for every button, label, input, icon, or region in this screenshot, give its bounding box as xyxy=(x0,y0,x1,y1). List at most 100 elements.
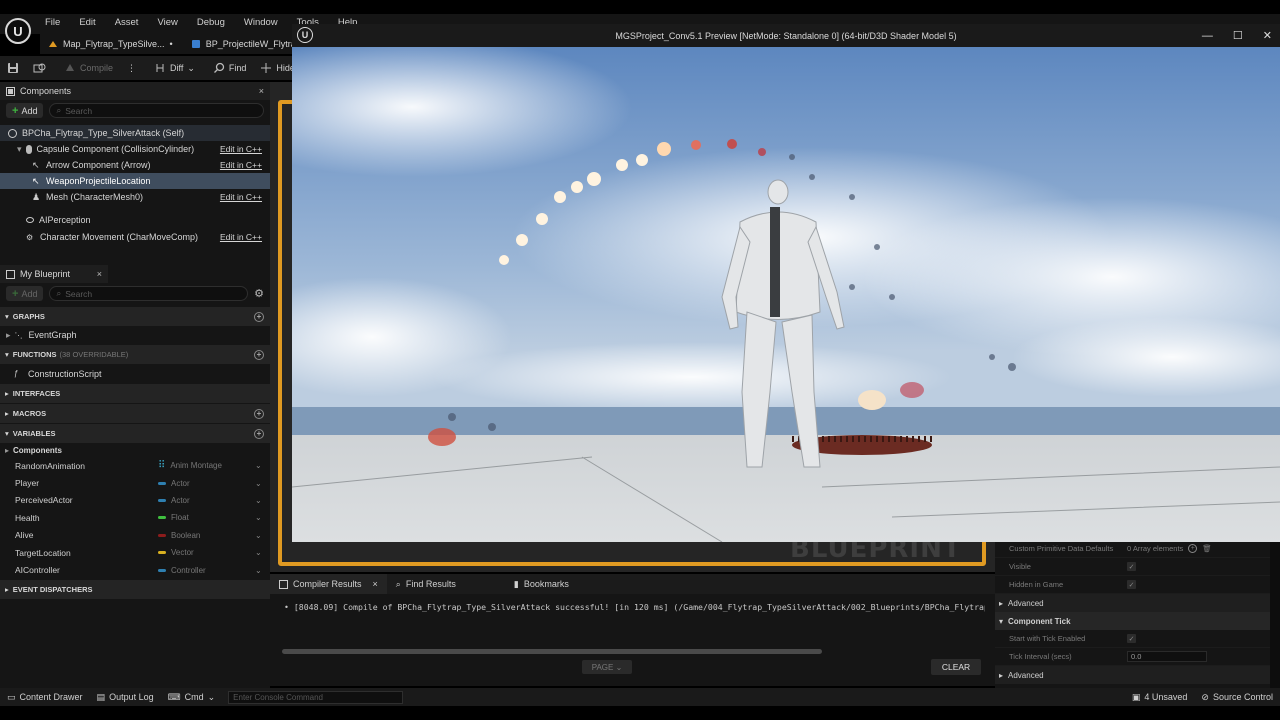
pie-title-bar[interactable]: U MGSProject_Conv5.1 Preview [NetMode: S… xyxy=(292,24,1280,47)
section-graphs[interactable]: ▾ GRAPHS + xyxy=(0,307,270,326)
chevron-down-icon[interactable]: ⌄ xyxy=(255,548,262,557)
tree-item-capsule[interactable]: ▾ Capsule Component (CollisionCylinder) … xyxy=(0,141,270,157)
clear-button[interactable]: CLEAR xyxy=(931,659,981,675)
my-blueprint-tab[interactable]: My Blueprint × xyxy=(0,265,108,283)
add-function-icon[interactable]: + xyxy=(254,349,264,360)
add-element-icon[interactable]: + xyxy=(1188,544,1198,553)
variable-type[interactable]: Vector xyxy=(158,548,194,557)
maximize-icon[interactable]: ☐ xyxy=(1233,29,1243,42)
browse-button[interactable] xyxy=(26,56,53,80)
edit-in-cpp-link[interactable]: Edit in C++ xyxy=(220,144,262,154)
variable-category-components[interactable]: ▸ Components xyxy=(0,443,270,457)
section-event-dispatchers[interactable]: ▸ EVENT DISPATCHERS xyxy=(0,579,270,599)
chevron-down-icon[interactable]: ⌄ xyxy=(255,531,262,540)
tree-item-aiperception[interactable]: AIPerception xyxy=(0,212,270,228)
tab-find-results[interactable]: ⌕ Find Results xyxy=(387,574,465,594)
variable-row[interactable]: PerceivedActor Actor ⌄ xyxy=(0,492,270,509)
edit-in-cpp-link[interactable]: Edit in C++ xyxy=(220,192,262,202)
edit-in-cpp-link[interactable]: Edit in C++ xyxy=(220,232,262,242)
tab-bookmarks[interactable]: ▮ Bookmarks xyxy=(505,574,578,594)
variable-type[interactable]: Actor xyxy=(158,479,190,488)
game-viewport[interactable] xyxy=(292,47,1280,542)
menu-file[interactable]: File xyxy=(45,17,60,28)
variable-row[interactable]: RandomAnimation ⠿ Anim Montage ⌄ xyxy=(0,457,270,474)
source-control-icon: ⊘ xyxy=(1201,691,1209,702)
minimize-icon[interactable]: — xyxy=(1202,30,1213,42)
tree-item-self[interactable]: BPCha_Flytrap_Type_SilverAttack (Self) xyxy=(0,125,270,141)
chevron-down-icon[interactable]: ⌄ xyxy=(255,479,262,488)
variable-type[interactable]: Boolean xyxy=(158,531,200,540)
component-tick-section[interactable]: ▾ Component Tick xyxy=(995,612,1270,630)
components-tab[interactable]: Components × xyxy=(0,82,270,100)
unsaved-button[interactable]: ▣ 4 Unsaved xyxy=(1125,688,1195,706)
diff-button[interactable]: Diff ⌄ xyxy=(147,56,202,80)
close-icon[interactable]: × xyxy=(97,269,102,279)
chevron-down-icon[interactable]: ⌄ xyxy=(255,566,262,575)
variable-type[interactable]: Actor xyxy=(158,496,190,505)
add-variable-icon[interactable]: + xyxy=(254,428,264,439)
hidden-in-game-checkbox[interactable]: ✓ xyxy=(1127,580,1136,589)
find-button[interactable]: Find xyxy=(206,56,254,80)
function-item-construction-script[interactable]: ƒ ConstructionScript xyxy=(0,364,270,383)
close-icon[interactable]: ✕ xyxy=(1263,29,1272,42)
my-blueprint-search-input[interactable]: ⌕ Search xyxy=(49,286,249,301)
cmd-dropdown[interactable]: ⌨ Cmd ⌄ xyxy=(161,688,223,706)
chevron-down-icon[interactable]: ⌄ xyxy=(255,496,262,505)
menu-view[interactable]: View xyxy=(157,17,177,28)
collapse-arrow-icon[interactable]: ▾ xyxy=(17,144,22,155)
tree-item-character-movement[interactable]: ⚙ Character Movement (CharMoveComp) Edit… xyxy=(0,229,270,245)
close-icon[interactable]: × xyxy=(373,579,378,589)
output-log-button[interactable]: ▤ Output Log xyxy=(90,688,161,706)
components-search-input[interactable]: ⌕ Search xyxy=(49,103,264,118)
horizontal-scrollbar[interactable] xyxy=(282,649,822,654)
tree-item-mesh[interactable]: ♟ Mesh (CharacterMesh0) Edit in C++ xyxy=(0,189,270,205)
add-macro-icon[interactable]: + xyxy=(254,408,264,419)
console-command-input[interactable]: Enter Console Command xyxy=(228,690,404,704)
save-button[interactable] xyxy=(0,56,26,80)
unreal-logo-icon[interactable]: U xyxy=(5,18,31,44)
close-icon[interactable]: × xyxy=(259,86,264,96)
advanced-section-2[interactable]: ▸ Advanced xyxy=(995,666,1270,684)
visible-checkbox[interactable]: ✓ xyxy=(1127,562,1136,571)
menu-edit[interactable]: Edit xyxy=(79,17,95,28)
tab-compiler-results[interactable]: Compiler Results × xyxy=(270,574,387,594)
section-functions[interactable]: ▾ FUNCTIONS (38 OVERRIDABLE) + xyxy=(0,345,270,364)
chevron-down-icon[interactable]: ⌄ xyxy=(255,461,262,470)
tree-item-weapon-projectile-location[interactable]: ↖ WeaponProjectileLocation xyxy=(0,173,270,189)
source-control-button[interactable]: ⊘ Source Control xyxy=(1194,688,1280,706)
section-macros[interactable]: ▸ MACROS + xyxy=(0,404,270,423)
start-tick-checkbox[interactable]: ✓ xyxy=(1127,634,1136,643)
add-member-button[interactable]: + Add xyxy=(6,286,44,301)
tab-blueprint[interactable]: BP_ProjectileW_Flytra xyxy=(183,34,306,54)
details-scrollbar[interactable] xyxy=(1270,540,1280,688)
tick-interval-input[interactable]: 0.0 xyxy=(1127,651,1207,662)
section-variables[interactable]: ▾ VARIABLES + xyxy=(0,424,270,443)
graph-item-eventgraph[interactable]: ▸ ⋱ EventGraph xyxy=(0,326,270,344)
tree-item-arrow[interactable]: ↖ Arrow Component (Arrow) Edit in C++ xyxy=(0,157,270,173)
menu-debug[interactable]: Debug xyxy=(197,17,225,28)
chevron-down-icon[interactable]: ⌄ xyxy=(255,513,262,522)
variable-type[interactable]: Float xyxy=(158,513,189,522)
content-drawer-button[interactable]: ▭ Content Drawer xyxy=(0,688,90,706)
add-graph-icon[interactable]: + xyxy=(254,311,264,322)
trash-icon[interactable]: 🗑 xyxy=(1202,544,1212,553)
advanced-section[interactable]: ▸ Advanced xyxy=(995,594,1270,612)
add-component-button[interactable]: + Add xyxy=(6,103,44,118)
variable-row[interactable]: Alive Boolean ⌄ xyxy=(0,527,270,544)
variable-row[interactable]: AIController Controller ⌄ xyxy=(0,561,270,578)
menu-window[interactable]: Window xyxy=(244,17,278,28)
edit-in-cpp-link[interactable]: Edit in C++ xyxy=(220,160,262,170)
page-dropdown[interactable]: PAGE ⌄ xyxy=(582,660,632,674)
gear-icon[interactable]: ⚙ xyxy=(254,287,264,300)
variable-type[interactable]: ⠿ Anim Montage xyxy=(158,460,222,471)
variable-type[interactable]: Controller xyxy=(158,566,206,575)
compile-options-icon[interactable]: ⋮ xyxy=(120,56,143,80)
section-interfaces[interactable]: ▸ INTERFACES xyxy=(0,384,270,403)
compile-button[interactable]: Compile xyxy=(57,56,120,80)
search-icon: ⌕ xyxy=(56,105,62,115)
variable-row[interactable]: Player Actor ⌄ xyxy=(0,474,270,491)
variable-row[interactable]: TargetLocation Vector ⌄ xyxy=(0,544,270,561)
variable-row[interactable]: Health Float ⌄ xyxy=(0,509,270,526)
tab-map[interactable]: Map_Flytrap_TypeSilve... • xyxy=(40,34,183,54)
menu-asset[interactable]: Asset xyxy=(115,17,139,28)
